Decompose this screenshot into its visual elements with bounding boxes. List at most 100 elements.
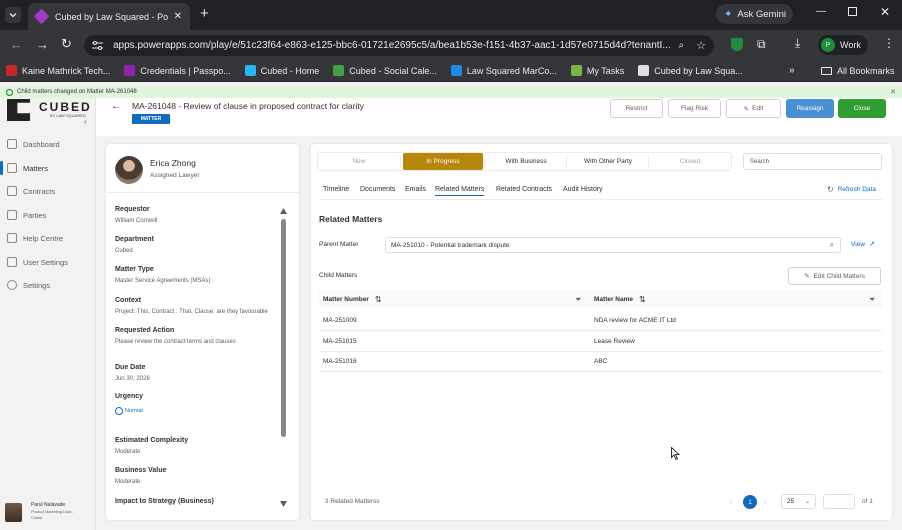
ask-gemini-button[interactable]: ✦ Ask Gemini <box>716 4 793 24</box>
field-value: Project: This, Contract : That, Clause: … <box>115 309 268 315</box>
sidebar-item-dashboard[interactable]: Dashboard <box>7 136 91 152</box>
previous-page-icon[interactable]: ‹ <box>730 497 733 506</box>
subtab-divider <box>319 199 882 200</box>
tab-search-button[interactable] <box>5 7 21 23</box>
back-arrow-icon[interactable]: ← <box>111 101 121 112</box>
matter-number-cell[interactable]: MA-251016 <box>323 358 357 365</box>
extensions-icon[interactable]: ⧉ <box>757 37 766 52</box>
stage-with-business[interactable]: With Business <box>487 153 567 170</box>
edit-child-label: Edit Child Matters <box>813 272 865 280</box>
matter-name-cell[interactable]: ABC <box>594 358 607 365</box>
page-size-select[interactable]: 25 ⌄ <box>781 494 816 509</box>
back-icon[interactable]: ← <box>10 37 23 52</box>
sidebar-item-matters[interactable]: Matters <box>0 160 91 176</box>
field-value: Please review the contract terms and cla… <box>115 339 236 345</box>
tab-related-matters[interactable]: Related Matters <box>435 186 485 196</box>
browser-tab[interactable]: Cubed by Law Squared - Powe ✕ <box>28 3 190 30</box>
matter-name-cell[interactable]: NDA review for ACME IT Ltd <box>594 317 676 324</box>
reassign-button[interactable]: Reassign <box>786 99 834 118</box>
search-icon[interactable]: ⌕ <box>830 240 834 250</box>
tab-emails[interactable]: Emails <box>405 186 426 193</box>
collapse-sidebar-icon[interactable]: ‹ <box>84 117 87 126</box>
bookmark-item[interactable]: My Tasks <box>570 65 624 76</box>
folder-icon <box>821 66 832 75</box>
bookmark-item[interactable]: Credentials | Passpo... <box>124 65 231 76</box>
page-number-input[interactable] <box>823 494 855 509</box>
matter-number-cell[interactable]: MA-251015 <box>323 338 357 345</box>
gemini-label: Ask Gemini <box>737 8 786 20</box>
filter-icon[interactable]: ⏷ <box>869 295 875 305</box>
close-matter-button[interactable]: Close <box>838 99 886 118</box>
search-input[interactable]: Search <box>743 153 882 170</box>
close-tab-icon[interactable]: ✕ <box>174 11 182 22</box>
refresh-data-button[interactable]: ↻ Refresh Data <box>827 185 876 194</box>
stage-with-other-party[interactable]: With Other Party <box>569 153 649 170</box>
sort-icon[interactable]: ⇅ <box>375 295 382 304</box>
tab-related-contracts[interactable]: Related Contracts <box>496 186 552 193</box>
stage-closed[interactable]: Closed <box>651 153 729 170</box>
site-settings-icon[interactable] <box>92 41 103 50</box>
bookmark-item[interactable]: Cubed - Home <box>244 65 319 76</box>
bookmark-item[interactable]: Cubed by Law Squa... <box>638 65 743 76</box>
address-bar[interactable]: apps.powerapps.com/play/e/51c23f64-e863-… <box>84 35 714 56</box>
current-user[interactable]: Parul Nalavade Product Marketing Lead - … <box>0 498 96 530</box>
reload-icon[interactable]: ↻ <box>61 36 72 52</box>
sort-icon[interactable]: ⇅ <box>639 295 646 304</box>
scroll-down-icon[interactable] <box>280 501 287 507</box>
downloads-icon[interactable]: ⤓ <box>795 36 800 51</box>
tab-audit-history[interactable]: Audit History <box>563 186 603 193</box>
bookmark-item[interactable]: Cubed - Social Cale... <box>333 65 437 76</box>
zoom-icon[interactable]: ⌕ <box>679 40 685 51</box>
avatar <box>5 503 22 522</box>
new-tab-button[interactable]: + <box>200 5 209 22</box>
user-org: Cubed <box>31 516 43 520</box>
parent-matter-field[interactable]: MA-251010 - Potential trademark dispute … <box>385 237 841 253</box>
help-icon <box>7 233 17 243</box>
logo-text: CUBED <box>39 100 90 114</box>
all-bookmarks-button[interactable]: All Bookmarks <box>821 66 895 76</box>
stage-new[interactable]: New <box>319 153 401 170</box>
minimize-button[interactable]: — <box>816 6 826 17</box>
close-window-button[interactable]: ✕ <box>880 5 890 19</box>
edit-button[interactable]: ✎ Edit <box>726 99 781 118</box>
tab-timeline[interactable]: Timeline <box>323 186 349 193</box>
sidebar-item-help-centre[interactable]: Help Centre <box>7 230 91 246</box>
maximize-button[interactable] <box>848 7 857 16</box>
filter-icon[interactable]: ⏷ <box>575 295 581 305</box>
view-parent-link[interactable]: View ↗ <box>851 240 875 249</box>
sidebar-item-parties[interactable]: Parties <box>7 207 91 223</box>
field-value: Moderate <box>115 449 141 455</box>
bookmark-label: Credentials | Passpo... <box>140 65 231 76</box>
profile-button[interactable]: P Work <box>818 35 868 55</box>
extension-shield-icon[interactable] <box>731 38 743 51</box>
column-header-matter-number[interactable]: Matter Number ⇅ <box>323 295 382 304</box>
field-value: William Cornwill <box>115 218 158 224</box>
powerapps-favicon-icon <box>33 8 50 25</box>
notification-bar: Child matters changed on Matter MA-26104… <box>0 86 902 98</box>
scrollbar-thumb[interactable] <box>281 219 286 437</box>
browser-menu-icon[interactable]: ⋮ <box>883 36 895 50</box>
stage-separator <box>400 155 401 168</box>
column-header-matter-name[interactable]: Matter Name ⇅ <box>594 295 646 304</box>
flag-risk-button[interactable]: Flag Risk <box>668 99 721 118</box>
more-bookmarks-icon[interactable]: » <box>789 65 795 76</box>
sidebar-item-user-settings[interactable]: User Settings <box>7 254 91 270</box>
bookmark-star-icon[interactable]: ☆ <box>696 39 706 52</box>
stage-in-progress[interactable]: In Progress <box>403 153 485 170</box>
matter-number-cell[interactable]: MA-251009 <box>323 317 357 324</box>
next-page-icon[interactable]: › <box>764 497 767 506</box>
pencil-icon: ✎ <box>743 105 750 113</box>
page-1-button[interactable]: 1 <box>743 495 757 509</box>
edit-child-matters-button[interactable]: ✎ Edit Child Matters <box>788 267 881 285</box>
sidebar-item-label: Help Centre <box>23 233 64 243</box>
sidebar-item-contracts[interactable]: Contracts <box>7 183 91 199</box>
forward-icon[interactable]: → <box>36 37 49 52</box>
restrict-button[interactable]: Restrict <box>610 99 663 118</box>
dismiss-notification-icon[interactable]: ✕ <box>890 88 896 96</box>
bookmark-item[interactable]: Law Squared MarCo... <box>450 65 557 76</box>
sidebar-item-settings[interactable]: Settings <box>7 277 91 293</box>
bookmark-item[interactable]: Kaine Mathrick Tech... <box>6 65 110 76</box>
scroll-up-icon[interactable] <box>280 208 287 214</box>
tab-documents[interactable]: Documents <box>360 186 395 193</box>
matter-name-cell[interactable]: Lease Review <box>594 338 635 345</box>
